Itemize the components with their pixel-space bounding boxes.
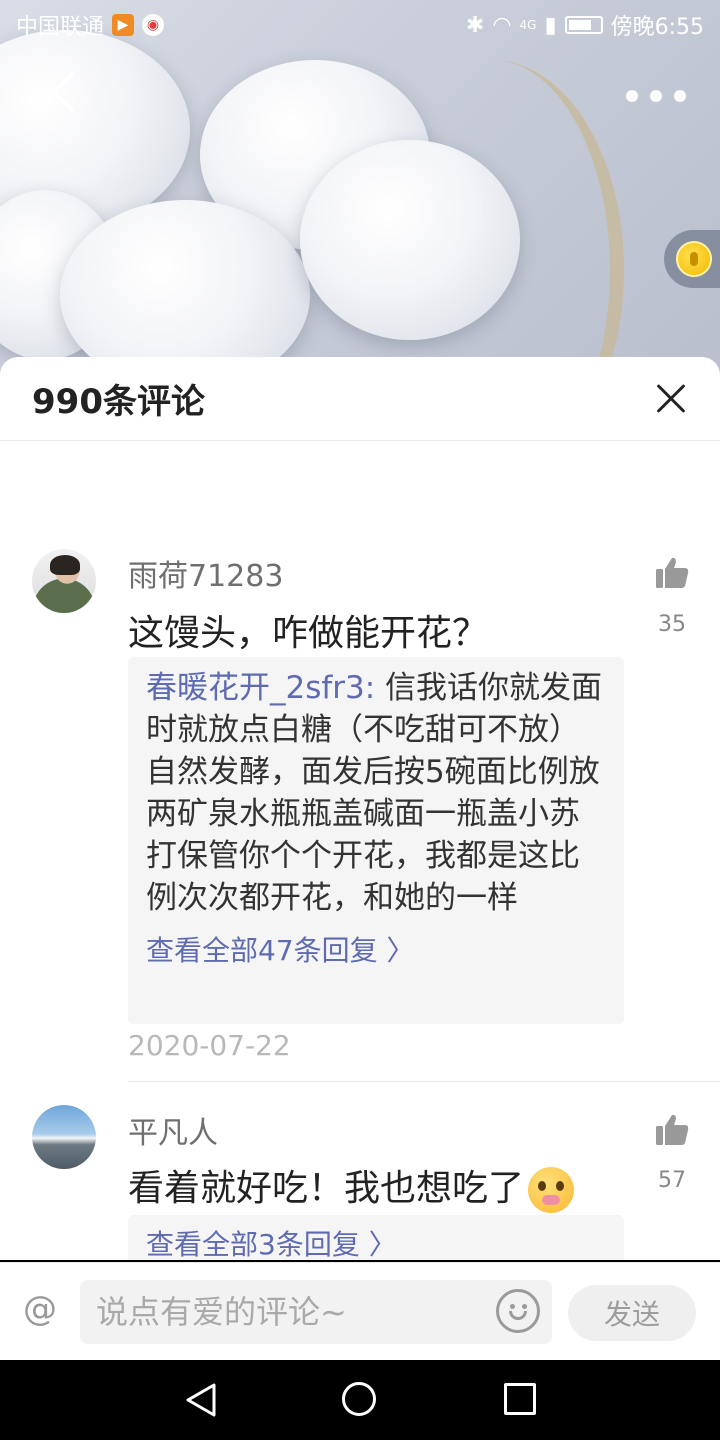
divider	[128, 1081, 720, 1082]
emoji-picker-icon[interactable]	[496, 1289, 540, 1333]
like-count: 35	[658, 612, 686, 637]
coin-icon	[676, 241, 712, 277]
comment-input-bar: @ 发送	[0, 1262, 720, 1361]
dot-icon	[674, 90, 686, 102]
status-bar: 中国联通 ▶ ◉ ✱ ◠ 4G ▮ 傍晚6:55	[0, 0, 720, 50]
clock-label: 傍晚6:55	[610, 15, 704, 40]
dot-icon	[650, 90, 662, 102]
wifi-icon: ◠	[492, 12, 512, 38]
view-all-replies-link[interactable]: 查看全部3条回复 〉	[146, 1223, 606, 1260]
comment-input[interactable]	[80, 1280, 552, 1344]
network-type-label: 4G	[519, 18, 537, 32]
coin-reward-tab[interactable]	[664, 230, 720, 288]
like-count: 57	[658, 1168, 686, 1193]
chevron-left-icon	[52, 72, 74, 112]
avatar[interactable]	[32, 1105, 96, 1169]
reply-content: 信我话你就发面时就放点白糖（不吃甜可不放）自然发酵，面发后按5碗面比例放两矿泉水…	[146, 670, 603, 916]
reply-preview[interactable]: 查看全部3条回复 〉	[128, 1215, 624, 1260]
bluetooth-icon: ✱	[465, 12, 485, 38]
more-options-button[interactable]	[626, 78, 686, 114]
nav-home-icon[interactable]	[342, 1382, 376, 1416]
send-button[interactable]: 发送	[568, 1285, 696, 1341]
sheet-header: 990条评论	[0, 357, 720, 441]
back-button[interactable]	[38, 70, 88, 120]
comment-count-title: 990条评论	[32, 382, 205, 422]
avatar[interactable]	[32, 549, 96, 613]
at-mention-icon[interactable]: @	[20, 1289, 60, 1333]
app-notification-icon: ▶	[112, 14, 135, 36]
nav-back-icon[interactable]	[184, 1382, 218, 1418]
view-all-replies-link[interactable]: 查看全部47条回复 〉	[146, 929, 606, 969]
comment-date: 2020-07-22	[128, 1029, 291, 1062]
signal-icon: ▮	[544, 12, 557, 38]
reply-author[interactable]: 春暖花开_2sfr3:	[146, 670, 375, 706]
page: 中国联通 ▶ ◉ ✱ ◠ 4G ▮ 傍晚6:55 990条评论 雨荷71283 …	[0, 0, 720, 1440]
comment-sheet: 990条评论 雨荷71283 这馒头，咋做能开花？ 35 春暖花开_2sfr3:…	[0, 357, 720, 1260]
browser-notification-icon: ◉	[142, 14, 165, 36]
dot-icon	[626, 90, 638, 102]
thumbs-up-icon[interactable]	[654, 1112, 690, 1148]
battery-icon	[564, 16, 603, 34]
steamed-bun-image	[60, 200, 310, 380]
comment-username[interactable]: 平凡人	[128, 1108, 218, 1152]
reply-text: 春暖花开_2sfr3: 信我话你就发面时就放点白糖（不吃甜可不放）自然发酵，面发…	[146, 667, 606, 919]
video-background[interactable]	[0, 0, 720, 380]
comment-text[interactable]: 看着就好吃！我也想吃了	[128, 1159, 575, 1213]
nav-recent-apps-icon[interactable]	[504, 1383, 536, 1415]
comment-username[interactable]: 雨荷71283	[128, 551, 283, 595]
carrier-label: 中国联通	[16, 15, 105, 40]
thumbs-up-icon[interactable]	[654, 555, 690, 591]
comment-text[interactable]: 这馒头，咋做能开花？	[128, 604, 488, 656]
comment-text-content: 看着就好吃！我也想吃了	[128, 1168, 525, 1209]
shy-face-emoji-icon	[528, 1167, 575, 1213]
reply-preview[interactable]: 春暖花开_2sfr3: 信我话你就发面时就放点白糖（不吃甜可不放）自然发酵，面发…	[128, 657, 624, 1024]
system-nav-bar	[0, 1360, 720, 1440]
close-icon[interactable]	[650, 379, 690, 419]
